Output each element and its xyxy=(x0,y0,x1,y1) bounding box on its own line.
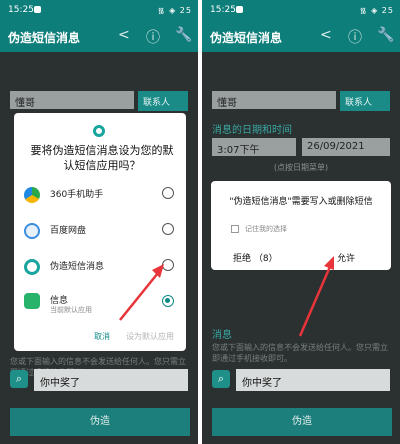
right-phone-screen: 15:25 ᯾ ◈ 25 伪造短信消息 < ⓘ 🔧 懂哥 联系人 消息的日期和时… xyxy=(202,0,400,444)
cloud-icon xyxy=(24,223,40,239)
status-bar: 15:25 ᯾ ◈ 25 xyxy=(0,0,198,20)
share-icon[interactable]: < xyxy=(118,27,130,43)
dialog-title: "伪造短信消息"需要写入或删除短信 xyxy=(229,197,373,207)
app-bar: 伪造短信消息 < ⓘ 🔧 xyxy=(0,20,198,52)
contact-field[interactable]: 懂哥 xyxy=(10,91,134,109)
set-default-button[interactable]: 设为默认应用 xyxy=(126,331,174,342)
contact-button[interactable]: 联系人 xyxy=(340,91,390,111)
red-arrow-annotation xyxy=(119,264,164,321)
info-icon[interactable]: ⓘ xyxy=(146,27,160,47)
radio-button[interactable] xyxy=(162,187,174,199)
status-icons: ᯾ ◈ 25 xyxy=(359,6,394,15)
deny-button[interactable]: 拒绝 （8） xyxy=(233,251,278,264)
settings-icon[interactable]: 🔧 xyxy=(377,27,394,43)
fake-send-button[interactable]: 伪造 xyxy=(10,408,190,436)
message-input[interactable]: 你中奖了 xyxy=(236,369,390,391)
cancel-button[interactable]: 取消 xyxy=(94,331,110,342)
status-time: 15:25 xyxy=(210,5,236,15)
info-icon[interactable]: ⓘ xyxy=(348,27,362,47)
status-bar: 15:25 ᯾ ◈ 25 xyxy=(202,0,400,20)
option-label: 百度网盘 xyxy=(50,226,87,236)
messages-icon xyxy=(24,293,40,309)
screenshot-pair: 15:25 ᯾ ◈ 25 伪造短信消息 < ⓘ 🔧 懂哥 联系人 您或下面输入的… xyxy=(0,0,400,444)
app-icon xyxy=(93,125,105,137)
datetime-hint: (点按日期菜单) xyxy=(273,163,329,172)
notification-icon xyxy=(34,6,41,13)
option-sublabel: 当前默认应用 xyxy=(50,306,92,314)
red-arrow-annotation xyxy=(298,256,334,337)
status-time: 15:25 xyxy=(8,5,34,15)
message-input[interactable]: 你中奖了 xyxy=(34,369,188,391)
option-label: 360手机助手 xyxy=(50,190,104,200)
app-title: 伪造短信消息 xyxy=(8,31,81,45)
settings-icon[interactable]: 🔧 xyxy=(175,27,192,43)
status-icons: ᯾ ◈ 25 xyxy=(157,6,192,15)
contact-button[interactable]: 联系人 xyxy=(138,91,188,111)
message-section-title: 消息 xyxy=(212,330,232,341)
app-bar: 伪造短信消息 < ⓘ 🔧 xyxy=(202,20,400,52)
time-field[interactable]: 3:07下午 xyxy=(212,138,296,156)
option-360[interactable]: 360手机助手 xyxy=(24,183,180,209)
date-field[interactable]: 26/09/2021 xyxy=(302,138,390,156)
radio-button[interactable] xyxy=(162,223,174,235)
datetime-section-title: 消息的日期和时间 xyxy=(212,125,292,136)
contact-field[interactable]: 懂哥 xyxy=(212,91,336,109)
app-title: 伪造短信消息 xyxy=(210,31,283,45)
message-hint: 您或下面输入的信息不会发送给任何人。您只需立即通过手机接收即可。 xyxy=(212,343,388,363)
option-baidu[interactable]: 百度网盘 xyxy=(24,219,180,245)
fake-send-button[interactable]: 伪造 xyxy=(212,408,392,436)
notification-icon xyxy=(236,6,243,13)
option-label: 伪造短信消息 xyxy=(50,262,105,272)
attach-icon[interactable]: ⌕ xyxy=(10,370,28,388)
app-icon xyxy=(24,259,40,275)
remember-label: 记住我的选择 xyxy=(245,225,287,233)
attach-icon[interactable]: ⌕ xyxy=(212,370,230,388)
remember-checkbox[interactable] xyxy=(231,225,239,233)
dialog-title: 要将伪造短信消息设为您的默认短信应用吗？ xyxy=(30,144,174,172)
share-icon[interactable]: < xyxy=(320,27,332,43)
left-phone-screen: 15:25 ᯾ ◈ 25 伪造短信消息 < ⓘ 🔧 懂哥 联系人 您或下面输入的… xyxy=(0,0,198,444)
app-360-icon xyxy=(24,187,40,203)
